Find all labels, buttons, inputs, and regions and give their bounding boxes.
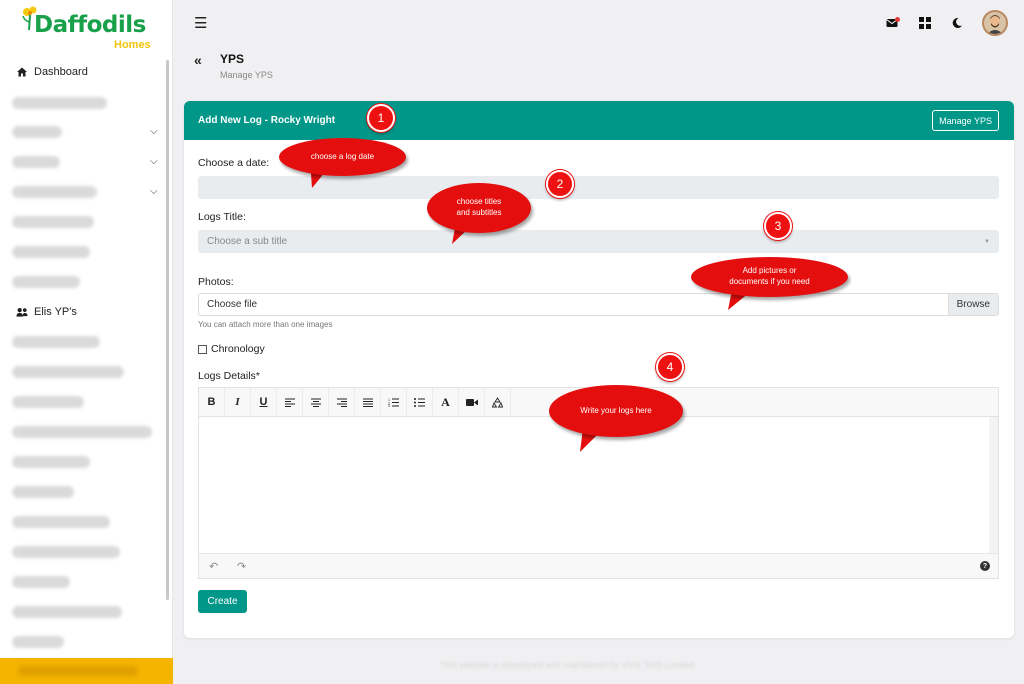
- logs-details-label: Logs Details*: [198, 370, 260, 382]
- sidebar-item-dashboard[interactable]: Dashboard: [16, 62, 88, 82]
- annotation-badge-3: 3: [764, 212, 792, 240]
- annotation-bubble-1: choose a log date: [279, 138, 406, 176]
- annotation-bubble-3: Add pictures or documents if you need: [691, 257, 848, 297]
- file-placeholder: Choose file: [207, 299, 258, 310]
- sidebar-item-blurred[interactable]: [12, 366, 124, 378]
- editor-scrollbar[interactable]: [989, 417, 998, 553]
- sidebar-item-label: Elis YP's: [34, 306, 77, 318]
- page-subtitle: Manage YPS: [220, 70, 273, 80]
- sidebar-item-blurred[interactable]: [12, 396, 84, 408]
- back-double-chevron-icon[interactable]: «: [194, 52, 202, 68]
- logs-title-label: Logs Title:: [198, 211, 246, 223]
- svg-text:3: 3: [388, 404, 390, 407]
- date-label: Choose a date:: [198, 157, 270, 169]
- sidebar-item-blurred[interactable]: [12, 606, 122, 618]
- italic-button[interactable]: I: [225, 388, 251, 416]
- sidebar: Daffodils Homes Dashboard ⌵ ⌵ ⌵ Elis YP'…: [0, 0, 173, 684]
- align-right-icon[interactable]: [329, 388, 355, 416]
- grid-apps-icon[interactable]: [918, 16, 932, 30]
- browse-button[interactable]: Browse: [947, 294, 998, 315]
- chevron-down-icon[interactable]: ⌵: [150, 186, 158, 197]
- justify-icon[interactable]: [355, 388, 381, 416]
- photos-hint: You can attach more than one images: [198, 320, 333, 329]
- chevron-down-icon[interactable]: ⌵: [150, 126, 158, 137]
- annotation-bubble-3-line1: Add pictures or: [742, 266, 797, 276]
- card-header: Add New Log - Rocky Wright Manage YPS: [184, 101, 1014, 140]
- sidebar-item-yps[interactable]: Elis YP's: [16, 302, 77, 322]
- page-footer: This website is developed and maintained…: [440, 660, 694, 670]
- sidebar-item-blurred[interactable]: [12, 486, 74, 498]
- sidebar-item-blurred[interactable]: [12, 636, 64, 648]
- sidebar-item-label: Dashboard: [34, 66, 88, 78]
- page-title: YPS: [220, 52, 245, 66]
- home-icon: [16, 66, 28, 78]
- annotation-bubble-2-line1: choose titles: [456, 197, 502, 207]
- sidebar-footer-blurred: [18, 666, 138, 676]
- annotation-bubble-3-line2: documents if you need: [729, 277, 810, 286]
- align-left-icon[interactable]: [277, 388, 303, 416]
- manage-yps-button[interactable]: Manage YPS: [932, 110, 999, 131]
- card-title: Add New Log - Rocky Wright: [198, 115, 336, 126]
- recycle-clear-format-icon[interactable]: [485, 388, 511, 416]
- sidebar-item-blurred[interactable]: [12, 516, 110, 528]
- brand-name: Daffodils: [34, 12, 146, 38]
- chronology-label: Chronology: [211, 343, 265, 355]
- sidebar-item-blurred[interactable]: [12, 186, 97, 198]
- brand-logo[interactable]: Daffodils Homes: [20, 6, 160, 51]
- sidebar-scrollbar[interactable]: [166, 60, 169, 600]
- annotation-bubble-2-line2: and subtitles: [456, 208, 502, 217]
- annotation-badge-4: 4: [656, 353, 684, 381]
- undo-icon[interactable]: ↶: [209, 560, 218, 573]
- create-button[interactable]: Create: [198, 590, 247, 613]
- hamburger-menu-icon[interactable]: ☰: [194, 14, 207, 32]
- underline-button[interactable]: U: [251, 388, 277, 416]
- sidebar-item-blurred[interactable]: [12, 246, 90, 258]
- font-color-button[interactable]: A: [433, 388, 459, 416]
- sidebar-item-blurred[interactable]: [12, 576, 70, 588]
- photos-file-input[interactable]: Choose file Browse: [198, 293, 999, 316]
- sidebar-item-blurred[interactable]: [12, 156, 60, 168]
- sidebar-item-blurred[interactable]: [12, 426, 152, 438]
- sub-title-select[interactable]: Choose a sub title ▼: [198, 230, 999, 253]
- chronology-checkbox-row[interactable]: Chronology: [198, 343, 265, 355]
- unordered-list-icon[interactable]: [407, 388, 433, 416]
- mail-notification-icon[interactable]: [886, 16, 900, 30]
- sidebar-item-blurred[interactable]: [12, 546, 120, 558]
- users-icon: [16, 306, 28, 318]
- annotation-bubble-2: choose titles and subtitles: [427, 183, 531, 233]
- sidebar-item-blurred[interactable]: [12, 336, 100, 348]
- annotation-bubble-4: Write your logs here: [549, 385, 683, 437]
- chronology-checkbox[interactable]: [198, 344, 207, 354]
- photos-label: Photos:: [198, 276, 234, 288]
- sidebar-item-blurred[interactable]: [12, 126, 62, 138]
- topbar-actions: [886, 10, 1008, 36]
- help-icon[interactable]: ?: [980, 561, 990, 571]
- bold-button[interactable]: B: [199, 388, 225, 416]
- video-icon[interactable]: [459, 388, 485, 416]
- select-placeholder: Choose a sub title: [207, 236, 288, 247]
- sidebar-item-blurred[interactable]: [12, 456, 90, 468]
- editor-footer: ↶ ↷ ?: [199, 553, 998, 578]
- redo-icon[interactable]: ↷: [237, 560, 246, 573]
- sidebar-item-blurred[interactable]: [12, 216, 94, 228]
- sidebar-item-blurred[interactable]: [12, 97, 107, 109]
- dark-mode-moon-icon[interactable]: [950, 16, 964, 30]
- caret-down-icon: ▼: [984, 239, 990, 245]
- user-avatar[interactable]: [982, 10, 1008, 36]
- ordered-list-icon[interactable]: 123: [381, 388, 407, 416]
- annotation-badge-2: 2: [546, 170, 574, 198]
- chevron-down-icon[interactable]: ⌵: [150, 156, 158, 167]
- annotation-badge-1: 1: [367, 104, 395, 132]
- brand-sub: Homes: [114, 39, 151, 51]
- align-center-icon[interactable]: [303, 388, 329, 416]
- sidebar-item-blurred[interactable]: [12, 276, 80, 288]
